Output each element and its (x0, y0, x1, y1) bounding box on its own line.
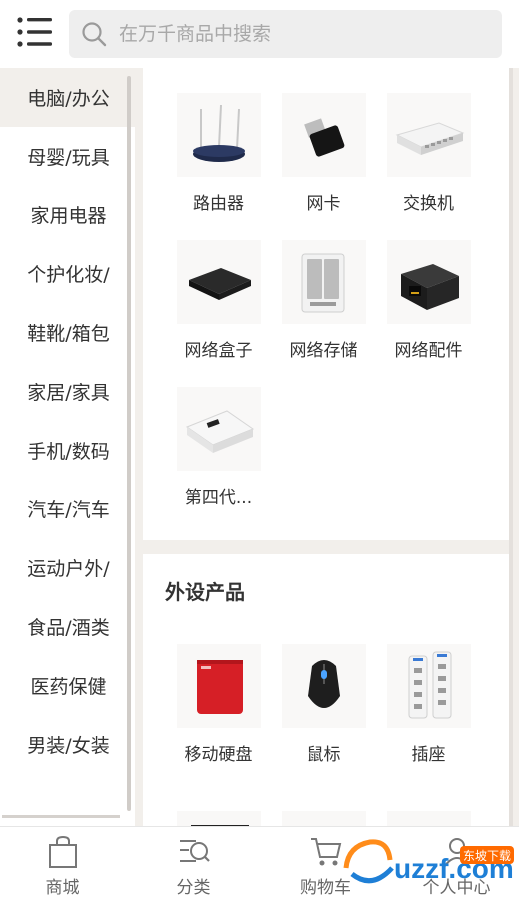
product-label: 网络盒子 (184, 341, 253, 361)
section-peripherals: 外设产品 移动硬盘 鼠标 插座 (143, 554, 509, 826)
sidebar-item-phones-digital[interactable]: 手机/数码 (0, 421, 135, 480)
usb-wifi-adapter-image (282, 93, 366, 177)
nav-tab-category[interactable]: 分类 (131, 827, 256, 897)
sidebar-item-food-drinks[interactable]: 食品/酒类 (0, 597, 135, 656)
sidebar-divider (2, 815, 120, 818)
product-item-network-storage[interactable]: 网络存储 (271, 240, 376, 370)
watermark-tag: 东坡下载 (463, 849, 511, 863)
ethernet-coupler-image (387, 240, 471, 324)
menu-button[interactable] (16, 15, 54, 49)
shopping-bag-icon (49, 835, 77, 868)
gaming-mouse-image (282, 644, 366, 728)
product-label: 移动硬盘 (184, 745, 253, 765)
sidebar-item-computer-office[interactable]: 电脑/办公 (0, 68, 135, 127)
product-thumb-partial (177, 811, 261, 826)
product-item-portable-hdd[interactable]: 移动硬盘 (166, 644, 271, 774)
router-image (177, 93, 261, 177)
app-root: 电脑/办公 母婴/玩具 家用电器 个护化妆/ 鞋靴/箱包 家居/家具 手机/数码… (0, 0, 519, 897)
nav-tab-mall[interactable]: 商城 (0, 827, 125, 897)
product-item-mouse[interactable]: 鼠标 (271, 644, 376, 774)
product-label: 网络配件 (394, 341, 463, 361)
nas-storage-image (282, 240, 366, 324)
product-item-router[interactable]: 路由器 (166, 93, 271, 223)
product-label: 路由器 (193, 194, 244, 214)
section-title: 外设产品 (165, 580, 245, 604)
section-network: 路由器 网卡 交换机 网络盒子 网络存储 网络配件 第四代... (143, 68, 509, 540)
product-label: 鼠标 (306, 745, 341, 765)
product-label: 插座 (411, 745, 446, 765)
network-switch-image (387, 93, 471, 177)
portable-router-image (177, 387, 261, 471)
nav-label: 商城 (45, 878, 80, 897)
sidebar-item-personal-care[interactable]: 个护化妆/ (0, 244, 135, 303)
site-watermark: uzzf.com 东坡下载 (338, 828, 518, 894)
sidebar-scrollbar[interactable] (127, 76, 131, 811)
product-item-4g[interactable]: 第四代... (166, 387, 271, 517)
portable-hard-drive-image (177, 644, 261, 728)
tv-box-image (177, 240, 261, 324)
search-input[interactable] (119, 10, 489, 58)
menu-list-icon (17, 17, 52, 47)
product-label: 交换机 (403, 194, 454, 214)
product-item-network-box[interactable]: 网络盒子 (166, 240, 271, 370)
category-search-icon (180, 840, 210, 862)
sidebar-item-automotive[interactable]: 汽车/汽车 (0, 480, 135, 539)
sidebar-item-shoes-bags[interactable]: 鞋靴/箱包 (0, 303, 135, 362)
sidebar-item-baby-toys[interactable]: 母婴/玩具 (0, 127, 135, 186)
sidebar-item-health[interactable]: 医药保健 (0, 656, 135, 715)
product-item-network-card[interactable]: 网卡 (271, 93, 376, 223)
nav-label: 分类 (176, 878, 211, 897)
sidebar-item-sports-outdoor[interactable]: 运动户外/ (0, 538, 135, 597)
product-item-power-strip[interactable]: 插座 (376, 644, 481, 774)
product-label: 网卡 (306, 194, 341, 214)
header (0, 0, 519, 68)
product-thumb-partial (387, 811, 471, 826)
product-item-network-accessory[interactable]: 网络配件 (376, 240, 481, 370)
power-strip-image (387, 644, 471, 728)
search-box[interactable] (69, 10, 502, 58)
category-sidebar: 电脑/办公 母婴/玩具 家用电器 个护化妆/ 鞋靴/箱包 家居/家具 手机/数码… (0, 68, 135, 826)
search-icon (82, 22, 107, 47)
sidebar-item-home-furniture[interactable]: 家居/家具 (0, 362, 135, 421)
content-scrollbar[interactable] (509, 68, 513, 826)
product-label: 网络存储 (289, 341, 358, 361)
sidebar-item-home-appliances[interactable]: 家用电器 (0, 186, 135, 245)
sidebar-item-clothing[interactable]: 男装/女装 (0, 715, 135, 774)
product-thumb-partial (282, 811, 366, 826)
category-content: 路由器 网卡 交换机 网络盒子 网络存储 网络配件 第四代... 外设产品 移动… (135, 68, 519, 826)
product-label: 第四代... (184, 488, 253, 508)
product-item-switch[interactable]: 交换机 (376, 93, 481, 223)
